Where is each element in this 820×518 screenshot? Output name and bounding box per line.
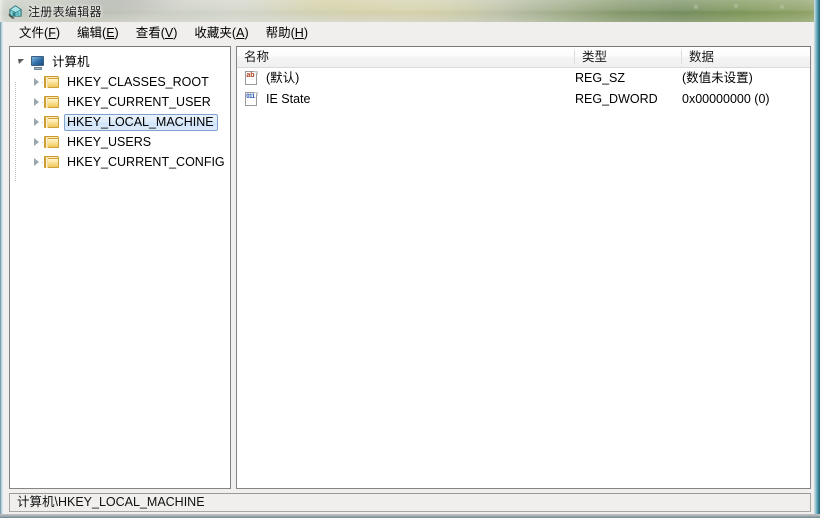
- registry-string-value-icon: ab: [244, 71, 259, 86]
- list-view-header: 名称 类型 数据: [237, 47, 810, 68]
- status-bar: 计算机\HKEY_LOCAL_MACHINE: [9, 493, 811, 512]
- menu-favorites-label: 收藏夹: [194, 25, 232, 40]
- tree-node-hkey-users[interactable]: HKEY_USERS: [10, 132, 230, 162]
- tree-node-computer[interactable]: 计算机: [10, 52, 230, 72]
- value-name-cell: 011 IE State: [244, 89, 574, 110]
- tree-node-label: HKEY_CLASSES_ROOT: [67, 74, 209, 89]
- menu-edit[interactable]: 编辑(E): [69, 24, 128, 43]
- title-bar[interactable]: 注册表编辑器: [0, 0, 820, 22]
- column-header-name[interactable]: 名称: [237, 47, 575, 67]
- folder-icon: [44, 155, 60, 169]
- window-title: 注册表编辑器: [28, 5, 102, 19]
- menu-help-accel: H: [294, 25, 304, 40]
- tree-node-label: 计算机: [52, 54, 90, 69]
- expand-toggle-computer[interactable]: [16, 52, 30, 72]
- tree-node-hkey-local-machine[interactable]: HKEY_LOCAL_MACHINE: [10, 112, 230, 142]
- client-area: 文件(F) 编辑(E) 查看(V) 收藏夹(A) 帮助(H) 计算机 HKEY_…: [5, 22, 814, 514]
- registry-dword-value-icon: 011: [244, 92, 259, 107]
- panes-container: 计算机 HKEY_CLASSES_ROOT HKEY_CURRENT_USER …: [9, 46, 811, 489]
- value-data-cell: (数值未设置): [682, 71, 753, 85]
- value-name-text: (默认): [266, 71, 300, 85]
- computer-icon: [30, 54, 46, 70]
- column-header-data[interactable]: 数据: [682, 47, 810, 67]
- menu-help[interactable]: 帮助(H): [258, 24, 317, 43]
- column-header-name-label: 名称: [244, 50, 270, 64]
- registry-tree-pane: 计算机 HKEY_CLASSES_ROOT HKEY_CURRENT_USER …: [9, 46, 231, 489]
- table-row[interactable]: ab (默认) REG_SZ (数值未设置): [237, 68, 810, 89]
- value-name-text: IE State: [266, 92, 311, 106]
- menu-file[interactable]: 文件(F): [11, 24, 69, 43]
- tree-node-label: HKEY_LOCAL_MACHINE: [64, 113, 218, 131]
- tree-node-hkey-current-config[interactable]: HKEY_CURRENT_CONFIG: [10, 152, 230, 182]
- column-header-type-label: 类型: [582, 50, 608, 64]
- menu-view[interactable]: 查看(V): [128, 24, 187, 43]
- menu-bar: 文件(F) 编辑(E) 查看(V) 收藏夹(A) 帮助(H): [5, 22, 814, 44]
- menu-file-label: 文件: [19, 25, 45, 40]
- menu-file-accel: F: [48, 25, 56, 40]
- folder-icon: [44, 95, 60, 109]
- tree-node-label: HKEY_USERS: [67, 134, 152, 149]
- menu-view-label: 查看: [135, 25, 161, 40]
- menu-edit-accel: E: [106, 25, 115, 40]
- expand-toggle-hkey-local-machine[interactable]: [30, 112, 47, 132]
- menu-edit-label: 编辑: [77, 25, 103, 40]
- menu-view-accel: V: [164, 25, 174, 40]
- window-frame-right: [814, 0, 820, 518]
- desktop-highlight-specks: [690, 3, 810, 11]
- expand-toggle-hkey-users[interactable]: [30, 132, 47, 152]
- expand-toggle-hkey-current-user[interactable]: [30, 92, 47, 112]
- table-row[interactable]: 011 IE State REG_DWORD 0x00000000 (0): [237, 89, 810, 110]
- expand-toggle-hkey-current-config[interactable]: [30, 152, 47, 172]
- registry-editor-window: 注册表编辑器 文件(F) 编辑(E) 查看(V) 收藏夹(A) 帮助(H) 计算…: [0, 0, 820, 518]
- window-frame-bottom: [0, 514, 820, 518]
- tree-node-hkey-current-user[interactable]: HKEY_CURRENT_USER: [10, 92, 230, 122]
- folder-icon: [44, 75, 60, 89]
- folder-icon: [44, 115, 60, 129]
- menu-favorites[interactable]: 收藏夹(A): [186, 24, 257, 43]
- status-bar-path: 计算机\HKEY_LOCAL_MACHINE: [17, 495, 205, 509]
- column-header-type[interactable]: 类型: [575, 47, 682, 67]
- registry-values-pane: 名称 类型 数据 ab (默认) REG_SZ (数值未设置) 011 IE S…: [236, 46, 811, 489]
- registry-editor-icon: [8, 5, 22, 19]
- list-view-body: ab (默认) REG_SZ (数值未设置) 011 IE State REG_…: [237, 68, 810, 488]
- value-data-cell: 0x00000000 (0): [682, 92, 770, 106]
- expand-toggle-hkey-classes-root[interactable]: [30, 72, 47, 92]
- menu-help-label: 帮助: [265, 25, 291, 40]
- registry-tree: 计算机 HKEY_CLASSES_ROOT HKEY_CURRENT_USER …: [10, 47, 230, 182]
- folder-icon: [44, 135, 60, 149]
- tree-node-label: HKEY_CURRENT_CONFIG: [67, 154, 225, 169]
- column-header-data-label: 数据: [689, 50, 715, 64]
- menu-favorites-accel: A: [236, 25, 245, 40]
- tree-node-hkey-classes-root[interactable]: HKEY_CLASSES_ROOT: [10, 72, 230, 102]
- tree-node-label: HKEY_CURRENT_USER: [67, 94, 211, 109]
- value-name-cell: ab (默认): [244, 68, 574, 89]
